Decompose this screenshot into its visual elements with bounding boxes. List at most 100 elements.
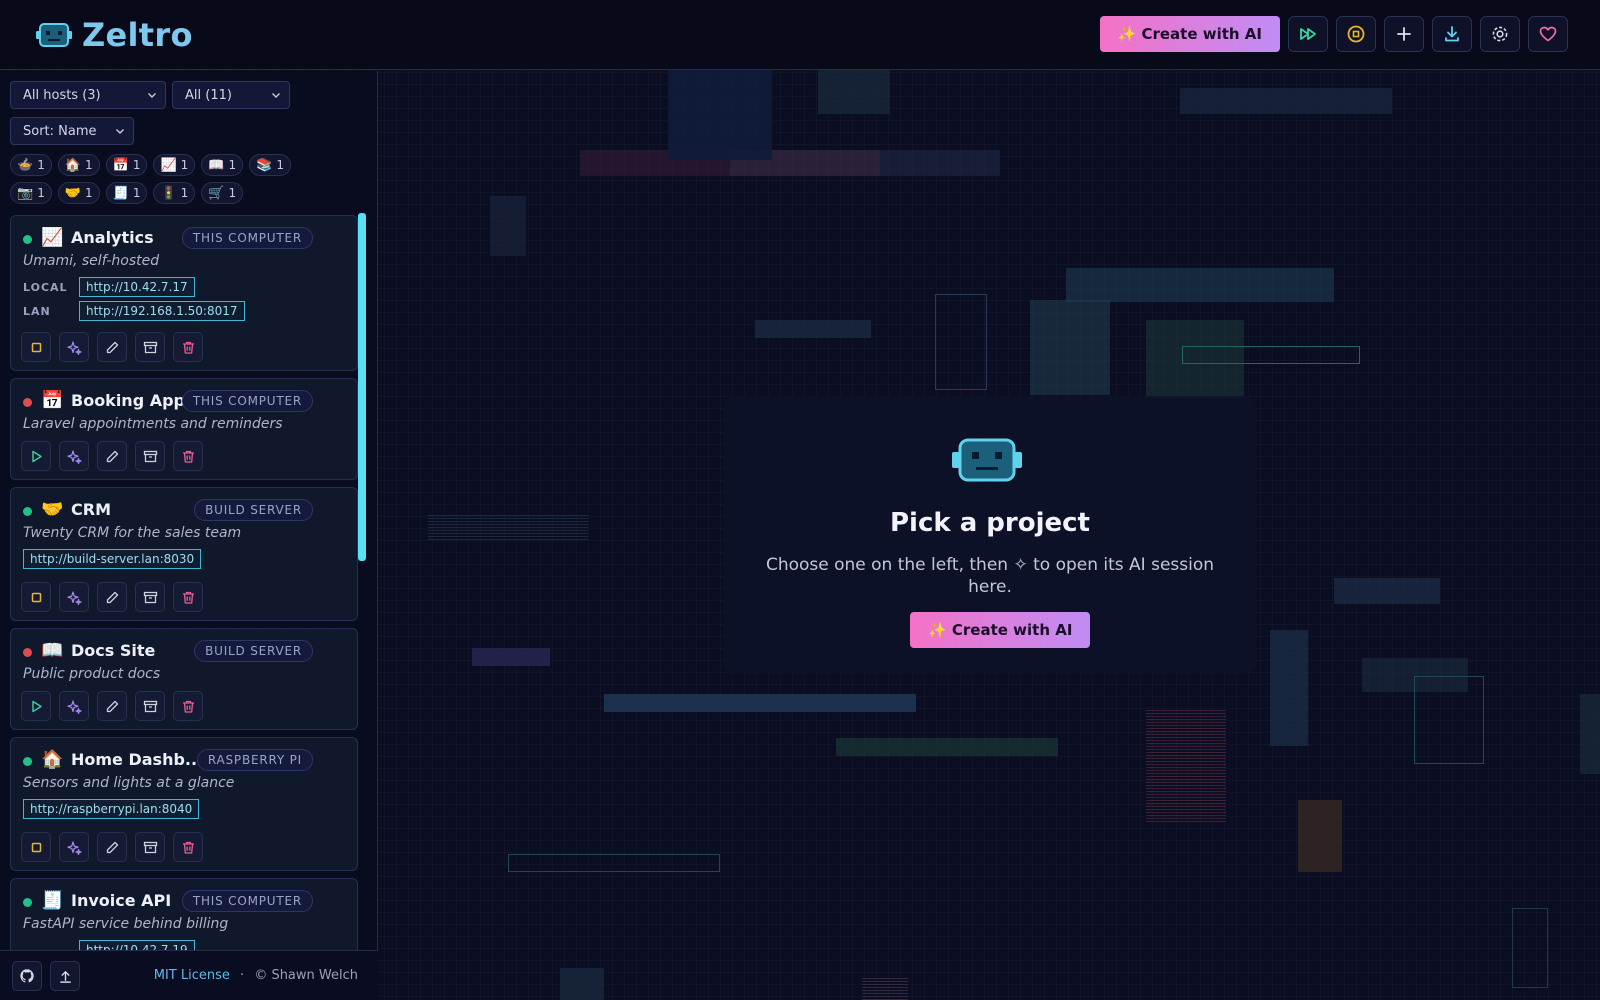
bg-block (1298, 800, 1342, 872)
bg-block (1180, 88, 1392, 114)
lan-url-link[interactable]: http://192.168.1.50:8017 (79, 301, 245, 321)
edit-button[interactable] (97, 832, 127, 862)
project-card-home-dashboard[interactable]: 🏠 Home Dashb... RASPBERRY PI Sensors and… (10, 737, 358, 871)
project-actions (21, 441, 203, 471)
project-card-docs-site[interactable]: 📖 Docs Site BUILD SERVER Public product … (10, 628, 358, 730)
start-button[interactable] (21, 441, 51, 471)
bg-block (472, 648, 550, 666)
edit-button[interactable] (97, 332, 127, 362)
project-emoji: 📈 (41, 227, 64, 248)
archive-icon (143, 700, 157, 712)
project-card-analytics[interactable]: 📈 Analytics THIS COMPUTER Umami, self-ho… (10, 215, 358, 371)
run-all-button[interactable] (1288, 16, 1328, 52)
favorite-button[interactable] (1528, 16, 1568, 52)
category-chip[interactable]: 📖 1 (201, 154, 244, 176)
delete-button[interactable] (173, 582, 203, 612)
stop-button[interactable] (21, 832, 51, 862)
category-chip[interactable]: 🛒 1 (201, 182, 244, 204)
bg-block (428, 514, 588, 540)
bg-block (1334, 578, 1440, 604)
archive-button[interactable] (135, 441, 165, 471)
sort-select[interactable]: Sort: Name (10, 117, 134, 145)
category-chip[interactable]: 🚦 1 (153, 182, 196, 204)
status-stopped-dot (23, 398, 32, 407)
category-chip[interactable]: 📈 1 (153, 154, 196, 176)
status-running-dot (23, 757, 32, 766)
sparkle-icon (66, 340, 82, 355)
category-chip[interactable]: 🍲 1 (10, 154, 52, 176)
empty-state-title: Pick a project (889, 508, 1090, 538)
stop-icon (31, 842, 41, 852)
start-button[interactable] (21, 691, 51, 721)
chip-count: 1 (132, 186, 141, 200)
add-project-button[interactable] (1384, 16, 1424, 52)
status-filter-select[interactable]: All (11) (172, 81, 290, 109)
delete-button[interactable] (173, 332, 203, 362)
create-with-ai-button[interactable]: ✨ Create with AI (1099, 16, 1280, 52)
chip-count: 1 (228, 186, 237, 200)
stop-button[interactable] (21, 582, 51, 612)
archive-button[interactable] (135, 832, 165, 862)
bg-block (1182, 346, 1360, 364)
ai-session-button[interactable] (59, 582, 89, 612)
category-chip[interactable]: 📚 1 (249, 154, 291, 176)
delete-button[interactable] (173, 832, 203, 862)
ai-session-button[interactable] (59, 691, 89, 721)
chip-emoji: 🏠 (64, 157, 82, 173)
local-url-link[interactable]: http://10.42.7.17 (79, 277, 195, 297)
chevron-down-icon (272, 93, 280, 98)
delete-button[interactable] (173, 441, 203, 471)
bg-block (490, 196, 526, 256)
empty-state-subtitle: Choose one on the left, then ✧ to open i… (765, 555, 1215, 597)
ai-session-button[interactable] (59, 332, 89, 362)
bg-block (818, 70, 890, 114)
project-card-crm[interactable]: 🤝 CRM BUILD SERVER Twenty CRM for the sa… (10, 487, 358, 621)
bg-block (836, 738, 1058, 756)
import-button[interactable] (1432, 16, 1472, 52)
license-link[interactable]: MIT License (154, 968, 230, 983)
chip-emoji: 🤝 (64, 185, 82, 201)
category-chip[interactable]: 🏠 1 (57, 154, 100, 176)
upload-button[interactable] (50, 961, 80, 991)
archive-icon (143, 341, 157, 353)
header-actions: ✨ Create with AI (1099, 16, 1568, 52)
plus-icon (1397, 27, 1411, 41)
archive-button[interactable] (135, 332, 165, 362)
play-icon (31, 450, 42, 462)
archive-icon (143, 841, 157, 853)
edit-button[interactable] (97, 691, 127, 721)
ai-session-button[interactable] (59, 441, 89, 471)
empty-state-create-with-ai-button[interactable]: ✨ Create with AI (910, 612, 1091, 648)
project-emoji: 🧾 (41, 890, 64, 911)
chip-count: 1 (37, 158, 45, 172)
project-description: FastAPI service behind billing (23, 916, 229, 932)
bg-block (668, 70, 772, 160)
ai-session-button[interactable] (59, 832, 89, 862)
stop-all-button[interactable] (1336, 16, 1376, 52)
trash-icon (182, 591, 194, 604)
project-card-booking-app[interactable]: 📅 Booking App THIS COMPUTER Laravel appo… (10, 378, 358, 480)
category-chip[interactable]: 📅 1 (105, 154, 148, 176)
stop-button[interactable] (21, 332, 51, 362)
author-credit: © Shawn Welch (254, 968, 358, 983)
category-chip[interactable]: 📷 1 (10, 182, 52, 204)
edit-button[interactable] (97, 582, 127, 612)
delete-button[interactable] (173, 691, 203, 721)
settings-button[interactable] (1480, 16, 1520, 52)
github-button[interactable] (12, 961, 42, 991)
project-url-link[interactable]: http://build-server.lan:8030 (23, 549, 202, 569)
edit-button[interactable] (97, 441, 127, 471)
category-chip[interactable]: 🤝 1 (57, 182, 100, 204)
project-url-link[interactable]: http://raspberrypi.lan:8040 (23, 799, 200, 819)
chip-emoji: 📖 (208, 157, 225, 173)
trash-icon (182, 841, 194, 854)
host-filter-select[interactable]: All hosts (3) (10, 81, 166, 109)
chip-count: 1 (276, 158, 284, 172)
chip-emoji: 🧾 (112, 185, 129, 201)
archive-button[interactable] (135, 582, 165, 612)
archive-button[interactable] (135, 691, 165, 721)
chip-count: 1 (85, 186, 93, 200)
chevron-down-icon (148, 93, 156, 98)
sidebar-scrollbar[interactable] (358, 213, 366, 561)
category-chip[interactable]: 🧾 1 (105, 182, 148, 204)
